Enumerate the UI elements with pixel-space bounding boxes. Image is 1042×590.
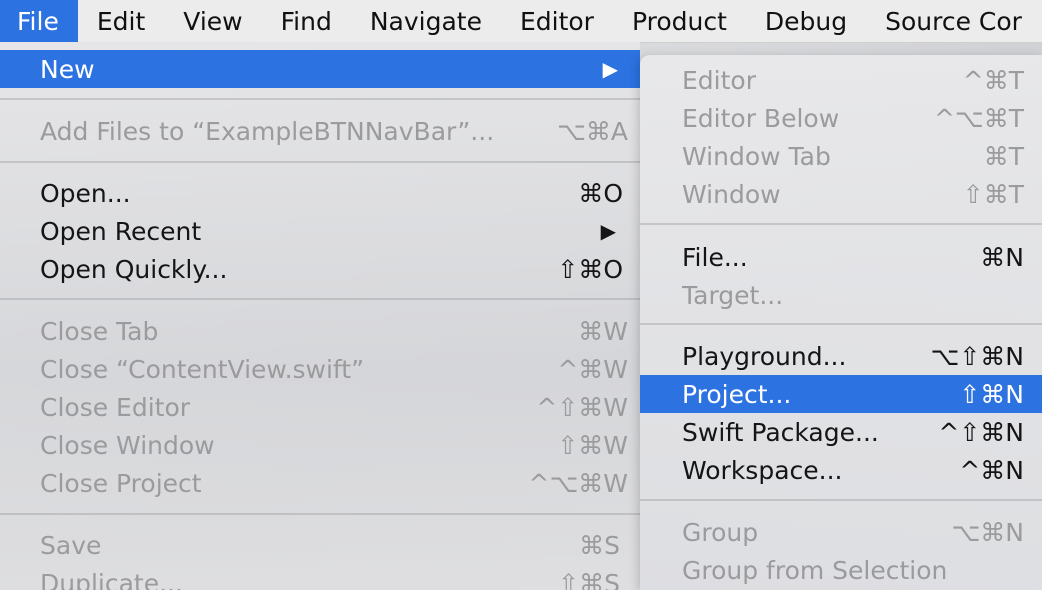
- menu-item-label: Group from Selection: [682, 555, 948, 585]
- menu-item-close-editor[interactable]: Close Editor ^⇧⌘W: [0, 388, 640, 426]
- submenu-item-editor[interactable]: Editor ^⌘T: [640, 61, 1042, 99]
- menu-item-shortcut: ^⇧⌘N: [938, 417, 1024, 447]
- menu-item-open[interactable]: Open... ⌘O: [0, 174, 640, 212]
- menu-item-label: Open...: [40, 178, 131, 208]
- menu-item-label: New: [40, 54, 95, 84]
- menubar-view[interactable]: View: [164, 0, 261, 42]
- menubar-file[interactable]: File: [0, 0, 78, 42]
- menu-item-label: Save: [40, 530, 102, 560]
- menu-item-shortcut: ^⌥⌘T: [933, 103, 1024, 133]
- menu-item-open-quickly[interactable]: Open Quickly... ⇧⌘O: [0, 250, 640, 288]
- submenu-item-swift-package[interactable]: Swift Package... ^⇧⌘N: [640, 413, 1042, 451]
- menu-item-shortcut: ⌥⌘N: [951, 517, 1024, 547]
- menu-item-label: Window Tab: [682, 141, 831, 171]
- submenu-item-group-from-selection[interactable]: Group from Selection: [640, 551, 1042, 589]
- menu-separator: [640, 323, 1042, 325]
- menu-item-label: Close “ContentView.swift”: [40, 354, 365, 384]
- menu-item-save[interactable]: Save ⌘S: [0, 526, 640, 564]
- menu-bar: File Edit View Find Navigate Editor Prod…: [0, 0, 1042, 43]
- menu-item-label: Duplicate...: [40, 568, 183, 590]
- menu-item-close-tab[interactable]: Close Tab ⌘W: [0, 312, 640, 350]
- submenu-item-group[interactable]: Group ⌥⌘N: [640, 513, 1042, 551]
- menu-item-new[interactable]: New ▶: [0, 50, 640, 88]
- new-submenu: Editor ^⌘T Editor Below ^⌥⌘T Window Tab …: [640, 55, 1042, 590]
- menu-item-label: File...: [682, 242, 748, 272]
- submenu-arrow-icon: ▶: [600, 219, 616, 243]
- menu-item-label: Open Quickly...: [40, 254, 228, 284]
- submenu-item-project[interactable]: Project... ⇧⌘N: [640, 375, 1042, 413]
- menu-item-label: Group: [682, 517, 759, 547]
- menu-item-label: Workspace...: [682, 455, 843, 485]
- menu-item-label: Swift Package...: [682, 417, 879, 447]
- menu-separator: [0, 298, 640, 300]
- submenu-item-playground[interactable]: Playground... ⌥⇧⌘N: [640, 337, 1042, 375]
- menu-item-shortcut: ⇧⌘N: [959, 379, 1024, 409]
- menu-item-close-file[interactable]: Close “ContentView.swift” ^⌘W: [0, 350, 640, 388]
- submenu-item-window[interactable]: Window ⇧⌘T: [640, 175, 1042, 213]
- menu-separator: [0, 98, 640, 100]
- menu-separator: [0, 161, 640, 163]
- menu-item-shortcut: ⌘S: [579, 530, 620, 560]
- menu-item-shortcut: ⌥⌘A: [557, 116, 628, 146]
- menu-item-label: Playground...: [682, 341, 847, 371]
- menubar-product[interactable]: Product: [613, 0, 746, 42]
- menu-item-label: Window: [682, 179, 781, 209]
- menubar-navigate[interactable]: Navigate: [351, 0, 501, 42]
- submenu-arrow-icon: ▶: [602, 57, 618, 81]
- submenu-item-window-tab[interactable]: Window Tab ⌘T: [640, 137, 1042, 175]
- menu-item-shortcut: ^⌘T: [962, 65, 1024, 95]
- menu-item-add-files[interactable]: Add Files to “ExampleBTNNavBar”... ⌥⌘A: [0, 112, 640, 150]
- menu-item-close-window[interactable]: Close Window ⇧⌘W: [0, 426, 640, 464]
- menubar-edit[interactable]: Edit: [78, 0, 164, 42]
- menu-item-label: Editor: [682, 65, 756, 95]
- menu-item-shortcut: ⌘O: [578, 178, 623, 208]
- menubar-editor[interactable]: Editor: [501, 0, 613, 42]
- menu-item-label: Close Project: [40, 468, 202, 498]
- menu-item-shortcut: ⇧⌘T: [962, 179, 1024, 209]
- menu-item-shortcut: ⇧⌘S: [558, 568, 620, 590]
- menubar-debug[interactable]: Debug: [746, 0, 866, 42]
- menu-item-label: Project...: [682, 379, 792, 409]
- menu-item-shortcut: ^⌥⌘W: [528, 468, 628, 498]
- file-menu: New ▶ Add Files to “ExampleBTNNavBar”...…: [0, 42, 640, 590]
- menu-item-label: Add Files to “ExampleBTNNavBar”...: [40, 116, 495, 146]
- menu-item-close-project[interactable]: Close Project ^⌥⌘W: [0, 464, 640, 502]
- menu-item-label: Close Tab: [40, 316, 159, 346]
- submenu-item-editor-below[interactable]: Editor Below ^⌥⌘T: [640, 99, 1042, 137]
- menu-item-label: Target...: [682, 280, 784, 310]
- menu-item-label: Editor Below: [682, 103, 840, 133]
- menu-item-open-recent[interactable]: Open Recent ▶: [0, 212, 640, 250]
- menu-separator: [0, 513, 640, 515]
- menu-item-shortcut: ⇧⌘W: [557, 430, 628, 460]
- menu-item-shortcut: ^⌘W: [557, 354, 628, 384]
- menu-item-shortcut: ⇧⌘O: [557, 254, 623, 284]
- submenu-item-workspace[interactable]: Workspace... ^⌘N: [640, 451, 1042, 489]
- menu-item-label: Open Recent: [40, 216, 202, 246]
- menu-item-duplicate[interactable]: Duplicate... ⇧⌘S: [0, 564, 640, 590]
- menu-item-shortcut: ⌘T: [983, 141, 1024, 171]
- submenu-item-file[interactable]: File... ⌘N: [640, 238, 1042, 276]
- menu-separator: [640, 499, 1042, 501]
- menu-item-shortcut: ^⇧⌘W: [536, 392, 628, 422]
- menu-item-shortcut: ⌘W: [578, 316, 628, 346]
- menubar-find[interactable]: Find: [262, 0, 351, 42]
- submenu-item-target[interactable]: Target...: [640, 276, 1042, 314]
- menu-item-shortcut: ⌥⇧⌘N: [930, 341, 1024, 371]
- menu-separator: [640, 223, 1042, 225]
- menu-item-shortcut: ⌘N: [980, 242, 1024, 272]
- menu-item-label: Close Editor: [40, 392, 191, 422]
- menu-item-shortcut: ^⌘N: [959, 455, 1024, 485]
- menubar-source-control[interactable]: Source Cor: [866, 0, 1041, 42]
- menu-item-label: Close Window: [40, 430, 215, 460]
